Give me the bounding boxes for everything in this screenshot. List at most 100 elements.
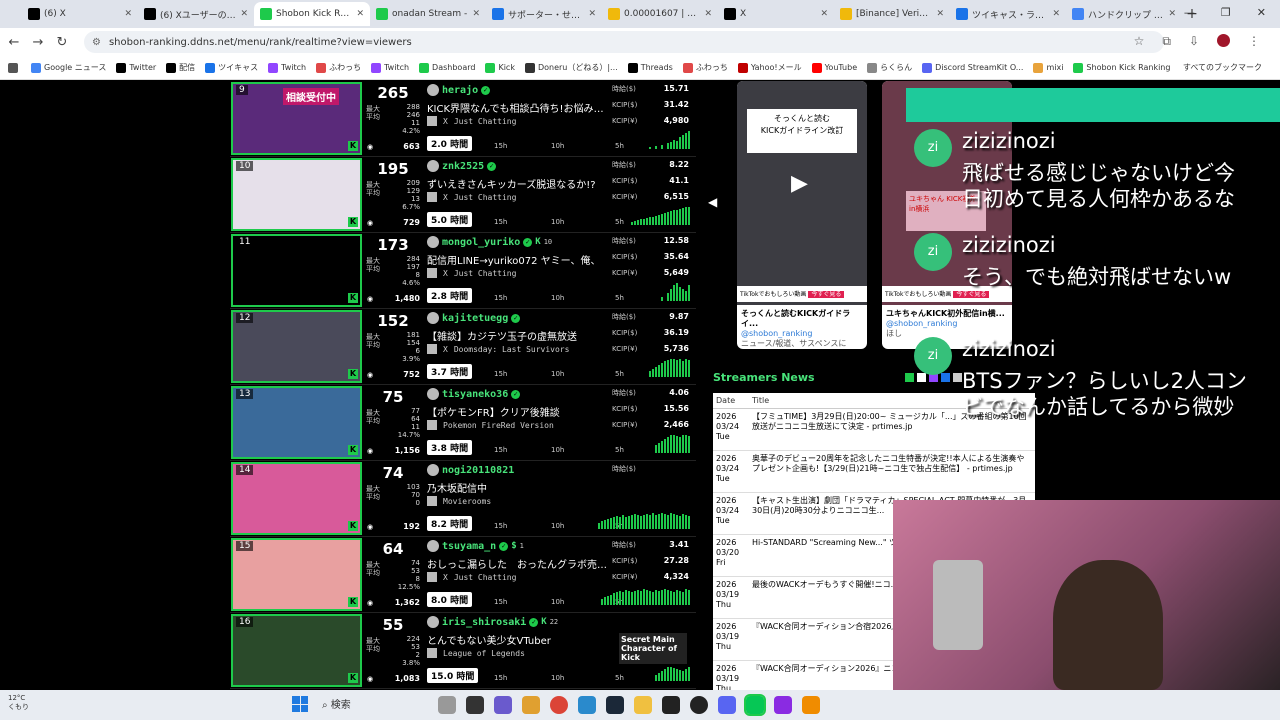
caption-handle[interactable]: @shobon_ranking	[741, 329, 867, 339]
streamer-name-line[interactable]: iris_shirosaki ✓ K 22	[427, 616, 558, 628]
bookmark-item[interactable]: Twitch	[268, 62, 306, 73]
browser-tab[interactable]: ツイキャス・ライブ ✕	[950, 2, 1066, 26]
social-card-1[interactable]: そっくんと読む KICKガイドライン改訂 ▶ TikTokでおもしろい動画 今すぐ…	[737, 81, 867, 349]
streamer-name-line[interactable]: tsuyama_n ✓ $1	[427, 540, 524, 552]
x-icon[interactable]: X	[443, 269, 448, 278]
stream-thumbnail[interactable]: 16 K	[231, 614, 362, 687]
maximize-icon[interactable]: ❐	[1221, 6, 1231, 19]
bookmark-item[interactable]: Doneru（どねる）|...	[524, 62, 618, 73]
news-title[interactable]: 奥華子のデビュー20周年を記念したニコ生特番が決定!!本人による生演奏やプレゼン…	[749, 451, 1035, 492]
bookmark-item[interactable]: mixi	[1033, 62, 1063, 73]
bookmark-item[interactable]: Google ニュース	[31, 62, 106, 73]
play-icon[interactable]: ▶	[791, 171, 808, 196]
browser-tab[interactable]: 0.00001607 | AXS ✕	[602, 2, 718, 26]
app-icon[interactable]	[802, 696, 820, 714]
bookmark-item[interactable]: ふわっち	[682, 62, 728, 73]
bookmark-item[interactable]: らくらん	[867, 62, 912, 73]
start-icon[interactable]	[292, 696, 308, 712]
taskbar-search[interactable]: ⌕ 検索	[322, 696, 351, 711]
streamer-name-line[interactable]: znk2525 ✓	[427, 160, 497, 172]
app-icon[interactable]	[662, 696, 680, 714]
bookmark-item[interactable]: Shobon Kick Ranking	[1073, 62, 1170, 73]
bookmark-item[interactable]: 配信	[166, 62, 195, 73]
bookmark-item[interactable]: Kick	[485, 62, 515, 73]
bookmark-item[interactable]: Discord StreamKit O...	[922, 62, 1023, 73]
extensions-icon[interactable]: ⧉	[1162, 34, 1171, 49]
browser-tab[interactable]: (6) Xユーザーのにこ ✕	[138, 2, 254, 26]
profile-avatar[interactable]	[1217, 34, 1230, 47]
carousel-prev-icon[interactable]: ◀	[708, 195, 717, 209]
obs-icon[interactable]	[690, 696, 708, 714]
close-icon[interactable]: ✕	[1257, 6, 1266, 19]
app-icon[interactable]	[522, 696, 540, 714]
chrome-icon[interactable]	[550, 696, 568, 714]
tab-close-icon[interactable]: ✕	[240, 9, 248, 19]
stream-thumbnail[interactable]: 9 相談受付中 K	[231, 82, 362, 155]
tab-close-icon[interactable]: ✕	[588, 9, 596, 19]
forward-icon[interactable]: →	[26, 35, 50, 50]
x-icon[interactable]: X	[443, 193, 448, 202]
streamer-name-line[interactable]: nogi20110821	[427, 464, 514, 476]
site-info-icon[interactable]: ⚙	[92, 37, 101, 48]
streamer-name[interactable]: mongol_yuriko	[442, 237, 520, 248]
x-icon[interactable]: X	[443, 117, 448, 126]
minimize-icon[interactable]: —	[1184, 6, 1195, 19]
streamer-name[interactable]: herajo	[442, 85, 478, 96]
streamer-name-line[interactable]: tisyaneko36 ✓	[427, 388, 521, 400]
tab-close-icon[interactable]: ✕	[472, 9, 480, 19]
tab-close-icon[interactable]: ✕	[356, 9, 364, 19]
streamer-name[interactable]: nogi20110821	[442, 465, 514, 476]
streamer-name[interactable]: kajitetuegg	[442, 313, 508, 324]
streamer-name[interactable]: znk2525	[442, 161, 484, 172]
app-icon[interactable]	[774, 696, 792, 714]
streamer-name[interactable]: iris_shirosaki	[442, 617, 526, 628]
tab-close-icon[interactable]: ✕	[1052, 9, 1060, 19]
browser-tab[interactable]: Shobon Kick Rank ✕	[254, 2, 370, 26]
steam-icon[interactable]	[606, 696, 624, 714]
url-field[interactable]: ⚙ shobon-ranking.ddns.net/menu/rank/realt…	[84, 31, 1164, 53]
bookmark-item[interactable]: Twitch	[371, 62, 409, 73]
reload-icon[interactable]: ↻	[50, 35, 74, 50]
news-row[interactable]: 2026 03/24 Tue 奥華子のデビュー20周年を記念したニコ生特番が決定!!本…	[713, 451, 1035, 493]
stream-thumbnail[interactable]: 10 K	[231, 158, 362, 231]
browser-tab[interactable]: ハンドクリップ - Go ✕	[1066, 2, 1182, 26]
bookmark-item[interactable]	[8, 62, 21, 73]
app-icon[interactable]	[578, 696, 596, 714]
stream-thumbnail[interactable]: 13 K	[231, 386, 362, 459]
bookmark-item[interactable]: ふわっち	[316, 62, 361, 73]
x-icon[interactable]: X	[443, 573, 448, 582]
app-icon[interactable]	[438, 696, 456, 714]
streamer-name[interactable]: tsuyama_n	[442, 541, 496, 552]
line-icon[interactable]	[744, 694, 766, 716]
bookmark-item[interactable]: Yahoo!メール	[737, 62, 802, 73]
bookmark-item[interactable]: ツイキャス	[205, 62, 258, 73]
weather-widget[interactable]: 12°C くもり	[8, 694, 29, 712]
bookmark-star-icon[interactable]: ☆	[1134, 34, 1145, 49]
bookmark-item[interactable]: Twitter	[116, 62, 156, 73]
streamer-name-line[interactable]: kajitetuegg ✓	[427, 312, 521, 324]
streamer-name[interactable]: tisyaneko36	[442, 389, 508, 400]
browser-tab[interactable]: onadan Stream - ✕	[370, 2, 486, 26]
streamer-name-line[interactable]: mongol_yuriko ✓ K 10	[427, 236, 552, 248]
bookmark-item[interactable]: YouTube	[811, 62, 857, 73]
downloads-icon[interactable]: ⇩	[1189, 34, 1199, 49]
browser-tab[interactable]: [Binance] Verificati ✕	[834, 2, 950, 26]
stream-thumbnail[interactable]: 12 K	[231, 310, 362, 383]
stream-thumbnail[interactable]: 11 K	[231, 234, 362, 307]
back-icon[interactable]: ←	[2, 35, 26, 50]
tab-close-icon[interactable]: ✕	[124, 9, 132, 19]
app-icon[interactable]	[466, 696, 484, 714]
app-icon[interactable]	[494, 696, 512, 714]
bookmark-item[interactable]: Threads	[627, 62, 673, 73]
browser-tab[interactable]: X ✕	[718, 2, 834, 26]
menu-icon[interactable]: ⋮	[1248, 34, 1260, 49]
stream-thumbnail[interactable]: 14 K	[231, 462, 362, 535]
streamer-name-line[interactable]: herajo ✓	[427, 84, 491, 96]
bookmark-item[interactable]: Dashboard	[419, 62, 475, 73]
tab-close-icon[interactable]: ✕	[704, 9, 712, 19]
browser-tab[interactable]: サポーター・せんろ ✕	[486, 2, 602, 26]
browser-tab[interactable]: (6) X ✕	[22, 2, 138, 26]
tab-close-icon[interactable]: ✕	[820, 9, 828, 19]
discord-icon[interactable]	[718, 696, 736, 714]
all-bookmarks[interactable]: すべてのブックマーク	[1183, 62, 1262, 73]
